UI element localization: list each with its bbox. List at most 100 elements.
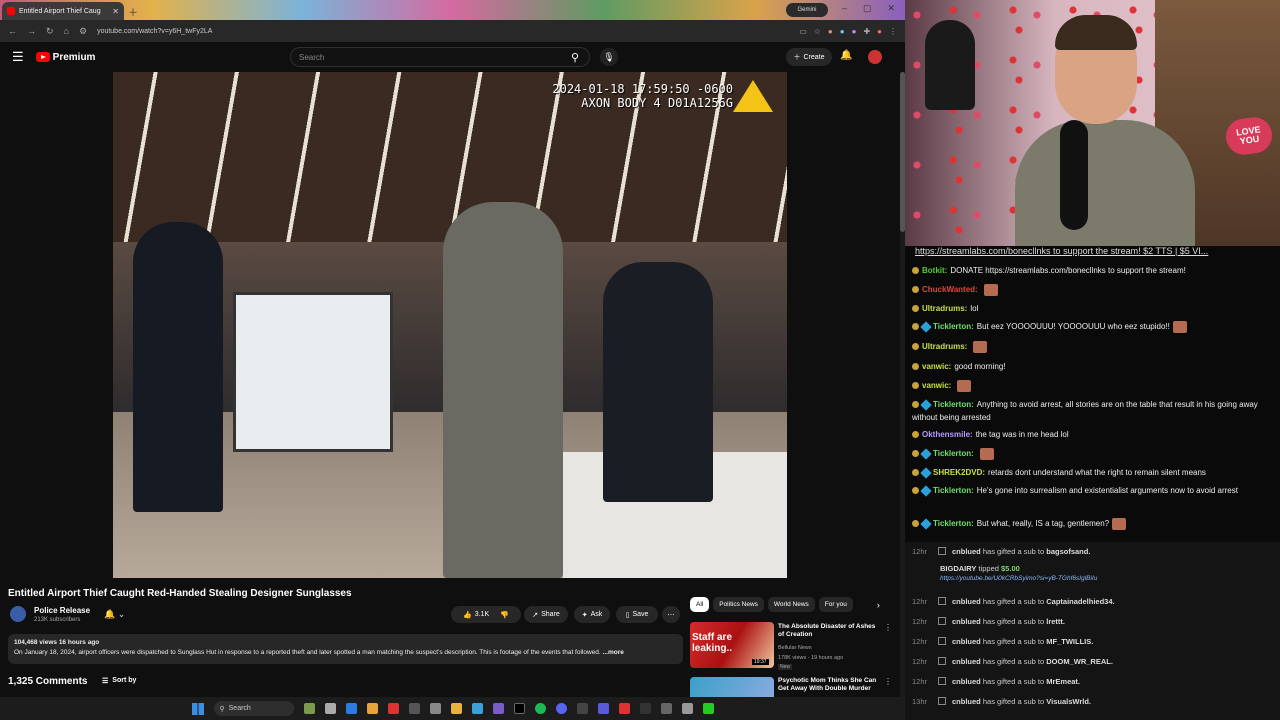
profile-avatar-icon[interactable]: ● <box>877 27 882 36</box>
save-button[interactable]: ▯ Save <box>616 606 658 623</box>
taskbar-search[interactable]: ⚲ Search <box>213 701 294 716</box>
like-dislike-button[interactable]: 👍 3.1K 👎 <box>451 606 521 623</box>
chat-username[interactable]: vanwic: <box>922 381 951 390</box>
channel-name[interactable]: Police Release <box>34 606 90 615</box>
create-button[interactable]: ＋ Create <box>786 48 832 66</box>
browser-tab[interactable]: Entitled Airport Thief Caug ✕ <box>2 2 124 20</box>
extension-icon[interactable]: ● <box>840 27 845 36</box>
maximize-icon[interactable]: ▢ <box>863 3 872 14</box>
app-icon[interactable] <box>492 703 504 714</box>
app-icon[interactable] <box>702 703 714 714</box>
hamburger-menu-icon[interactable]: ☰ <box>12 49 24 65</box>
show-more-link[interactable]: ...more <box>603 649 624 656</box>
puzzle-icon[interactable]: ✚ <box>863 27 870 36</box>
youtube-app-icon[interactable] <box>387 703 399 714</box>
app-icon[interactable] <box>660 703 672 714</box>
app-icon[interactable] <box>639 703 651 714</box>
bodycam-timestamp: 2024-01-18 17:59:50 -0600 AXON BODY 4 D0… <box>552 82 733 110</box>
microphone-icon[interactable]: 🎙 <box>600 48 618 66</box>
chat-username[interactable]: Okthensmile: <box>922 430 973 439</box>
discord-icon[interactable] <box>555 703 567 714</box>
thumbs-up-icon[interactable]: 👍 <box>463 611 472 619</box>
home-icon[interactable]: ⌂ <box>64 26 69 36</box>
chip-politics-news[interactable]: Politics News <box>713 597 764 612</box>
tab-title: Entitled Airport Thief Caug <box>19 7 101 15</box>
video-player[interactable]: 2024-01-18 17:59:50 -0600 AXON BODY 4 D0… <box>113 72 787 578</box>
windows-start-icon[interactable] <box>191 702 204 715</box>
file-explorer-icon[interactable] <box>450 703 462 714</box>
thumbs-down-icon[interactable]: 👎 <box>500 611 509 619</box>
extension-icon[interactable]: ● <box>852 27 857 36</box>
more-actions-icon[interactable]: ⋯ <box>662 606 680 623</box>
rec-title[interactable]: The Absolute Disaster of Ashes of Creati… <box>778 623 882 639</box>
youtube-logo[interactable]: Premium <box>35 51 96 63</box>
chat-username[interactable]: Ticklerton: <box>933 449 974 458</box>
create-label: Create <box>803 53 825 61</box>
gemini-button[interactable]: Gemini <box>786 3 828 17</box>
app-icon[interactable] <box>408 703 420 714</box>
chip-world-news[interactable]: World News <box>767 597 815 612</box>
chat-username[interactable]: Ultradrums: <box>922 304 967 313</box>
search-input[interactable]: Search <box>290 47 590 67</box>
edge-icon[interactable] <box>345 703 357 714</box>
rec-channel[interactable]: Bellular News <box>778 645 812 651</box>
app-icon[interactable] <box>597 703 609 714</box>
user-avatar[interactable] <box>868 50 882 64</box>
app-icon[interactable] <box>513 703 525 714</box>
chat-message: vanwic: good morning! <box>912 360 1274 373</box>
chrome-icon[interactable] <box>366 703 378 714</box>
sword-icon <box>938 597 946 605</box>
new-tab-icon[interactable]: ＋ <box>128 4 138 19</box>
chat-message: Ticklerton: <box>912 447 1274 460</box>
reload-icon[interactable]: ↻ <box>46 26 54 37</box>
chat-badge-icon <box>912 520 919 528</box>
app-icon[interactable] <box>471 703 483 714</box>
minimize-icon[interactable]: – <box>842 3 847 14</box>
event-target: bagsofsand. <box>1046 546 1091 556</box>
tip-link[interactable]: https://youtube.be/U0kCRbSyimo?si=yB-TGh… <box>940 574 1274 584</box>
subscription-bell-icon[interactable]: 🔔 ⌄ <box>104 609 125 620</box>
app-icon[interactable] <box>429 703 441 714</box>
sort-comments-button[interactable]: ☰ Sort by <box>102 677 136 685</box>
chat-username[interactable]: SHREK2DVD: <box>933 468 985 477</box>
rec-thumbnail[interactable] <box>690 677 774 697</box>
notifications-bell-icon[interactable]: 🔔 <box>840 50 852 61</box>
premium-label: Premium <box>52 51 96 63</box>
chat-username[interactable]: Ticklerton: <box>933 400 974 409</box>
chat-username[interactable]: ChuckWanted: <box>922 285 978 294</box>
close-window-icon[interactable]: ✕ <box>888 3 896 14</box>
cast-icon[interactable]: ▭ <box>799 27 807 36</box>
chat-username[interactable]: Botkit: <box>922 266 947 275</box>
url-field[interactable]: youtube.com/watch?v=y6H_twFy2LA <box>97 28 212 35</box>
spotify-icon[interactable] <box>534 703 546 714</box>
chip-all[interactable]: All <box>690 597 710 612</box>
sword-icon <box>938 617 946 625</box>
map-pin-icon[interactable] <box>618 703 630 714</box>
bookmark-star-icon[interactable]: ☆ <box>814 27 821 36</box>
rec-menu-icon[interactable]: ⋮ <box>884 623 892 632</box>
search-icon[interactable]: ⚲ <box>560 47 590 67</box>
chevron-right-icon[interactable]: › <box>877 600 880 610</box>
browser-menu-icon[interactable]: ⋮ <box>889 27 897 36</box>
task-view-icon[interactable] <box>324 703 336 714</box>
chat-username[interactable]: Ultradrums: <box>922 342 967 351</box>
back-icon[interactable]: ← <box>8 26 17 36</box>
chat-username[interactable]: Ticklerton: <box>933 519 974 528</box>
close-tab-icon[interactable]: ✕ <box>112 7 119 16</box>
widget-icon[interactable] <box>303 703 315 714</box>
app-icon[interactable] <box>576 703 588 714</box>
ask-button[interactable]: ✦ Ask <box>574 606 610 623</box>
chip-for-you[interactable]: For you <box>818 597 853 612</box>
chat-username[interactable]: Ticklerton: <box>933 322 974 331</box>
extension-icon[interactable]: ● <box>828 27 833 36</box>
channel-avatar[interactable] <box>10 606 26 622</box>
chat-username[interactable]: vanwic: <box>922 362 951 371</box>
forward-icon[interactable]: → <box>27 26 36 36</box>
app-icon[interactable] <box>681 703 693 714</box>
site-info-icon[interactable]: ⚙ <box>79 26 87 37</box>
rec-menu-icon[interactable]: ⋮ <box>884 677 892 686</box>
share-button[interactable]: ↗ Share <box>524 606 568 623</box>
rec-title[interactable]: Psychotic Mom Thinks She Can Get Away Wi… <box>778 677 882 693</box>
chat-username[interactable]: Ticklerton: <box>933 486 974 495</box>
video-description[interactable]: 104,468 views 16 hours ago On January 18… <box>8 634 683 664</box>
